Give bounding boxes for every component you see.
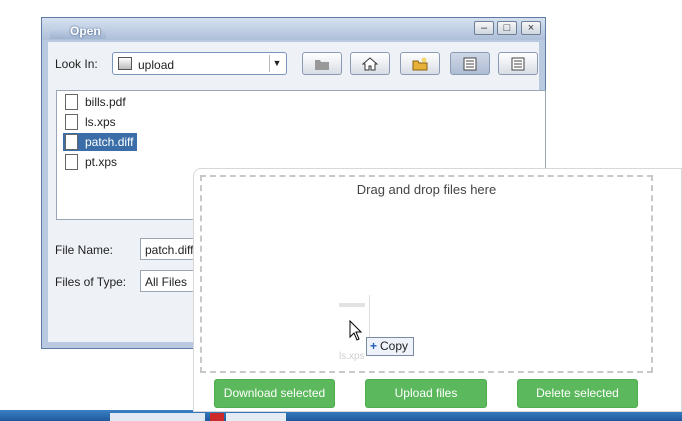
copy-tooltip: + Copy	[366, 337, 415, 356]
file-name: pt.xps	[85, 155, 118, 169]
details-view-button[interactable]	[498, 52, 538, 75]
chevron-down-icon[interactable]: ▼	[269, 55, 284, 72]
close-button[interactable]: ×	[521, 21, 541, 35]
file-name-field[interactable]: patch.diff	[140, 238, 200, 260]
up-folder-icon	[315, 60, 329, 70]
look-in-combo[interactable]: upload ▼	[112, 52, 287, 75]
up-folder-button[interactable]	[302, 52, 342, 75]
dialog-titlebar[interactable]: Open – □ ×	[42, 18, 545, 40]
minimize-button[interactable]: –	[474, 21, 494, 35]
list-view-icon	[463, 57, 477, 71]
look-in-label: Look In:	[55, 57, 98, 71]
dialog-title: Open	[70, 24, 101, 38]
file-icon	[65, 114, 78, 130]
file-icon	[65, 134, 78, 150]
arrow-cursor-icon	[349, 320, 363, 341]
look-in-value: upload	[138, 58, 175, 72]
drag-ghost-label: ls.xps	[339, 351, 365, 362]
details-view-icon	[511, 57, 525, 71]
drag-ghost-bar	[339, 303, 365, 307]
file-name-label: File Name:	[55, 243, 114, 257]
maximize-button[interactable]: □	[497, 21, 517, 35]
files-of-type-select[interactable]: All Files	[140, 270, 200, 292]
taskbar-item[interactable]	[226, 413, 286, 421]
files-of-type-label: Files of Type:	[55, 275, 127, 289]
download-selected-button[interactable]: Download selected	[214, 379, 335, 408]
drop-zone-text: Drag and drop files here	[356, 182, 497, 197]
plus-icon: +	[370, 339, 378, 353]
list-view-button[interactable]	[450, 52, 490, 75]
drive-icon	[118, 57, 132, 70]
list-item[interactable]: ls.xps	[63, 113, 120, 131]
list-item[interactable]: patch.diff	[63, 133, 138, 151]
home-icon	[361, 57, 379, 71]
file-icon	[65, 94, 78, 110]
copy-tooltip-label: Copy	[380, 339, 409, 353]
list-item[interactable]: pt.xps	[63, 153, 121, 171]
new-folder-button[interactable]	[400, 52, 440, 75]
list-item[interactable]: bills.pdf	[63, 93, 130, 111]
file-icon	[65, 154, 78, 170]
drop-zone[interactable]: Drag and drop files here ls.xps + Copy	[200, 175, 653, 373]
upload-files-button[interactable]: Upload files	[365, 379, 487, 408]
file-name: ls.xps	[85, 115, 116, 129]
upload-panel: Drag and drop files here ls.xps + Copy Do…	[193, 168, 682, 412]
delete-selected-button[interactable]: Delete selected	[517, 379, 638, 408]
file-name: bills.pdf	[85, 95, 126, 109]
new-folder-icon	[412, 57, 428, 71]
file-name: patch.diff	[85, 135, 134, 149]
taskbar-item[interactable]	[110, 413, 205, 421]
home-button[interactable]	[350, 52, 390, 75]
taskbar-item[interactable]	[210, 413, 224, 421]
